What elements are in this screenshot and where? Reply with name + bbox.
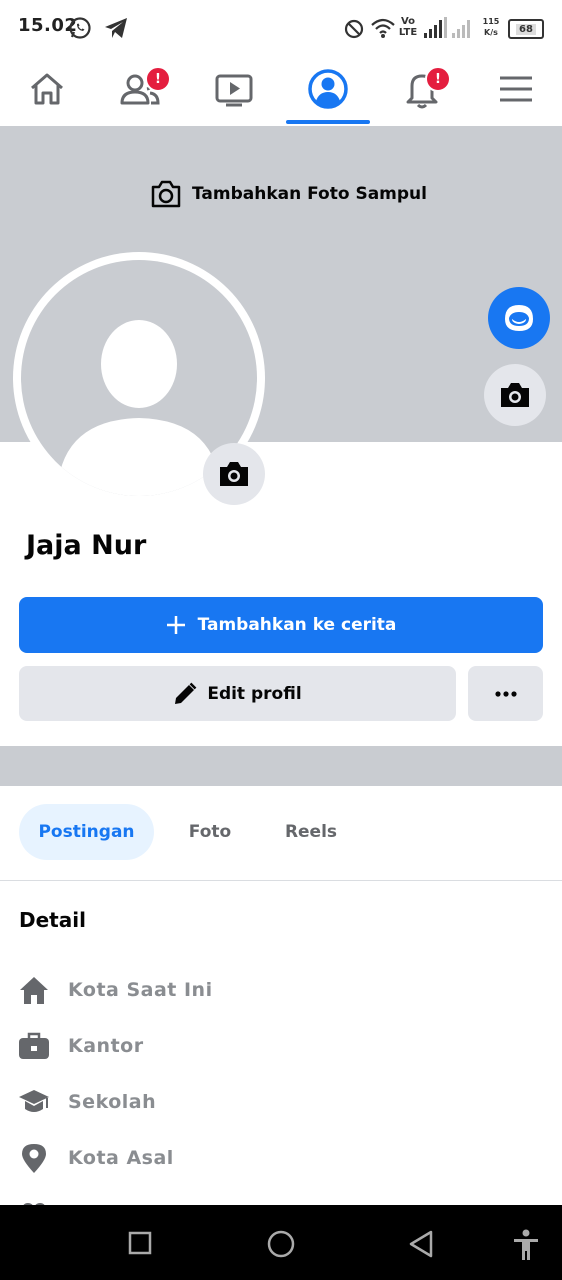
tab-menu[interactable] [469,56,562,126]
wifi-icon [370,17,396,43]
tab-photos[interactable]: Foto [170,804,250,860]
telegram-icon [104,17,128,43]
tab-reels[interactable]: Reels [266,804,356,860]
details-heading: Detail [19,908,86,932]
detail-label: Kota Asal [68,1147,174,1169]
profile-icon [307,68,349,114]
active-tab-indicator [286,120,370,124]
profile-name: Jaja Nur [26,530,147,561]
add-cover-label: Tambahkan Foto Sampul [192,184,427,204]
net-speed-unit: K/s [484,28,498,37]
detail-hometown[interactable]: Kota Asal [18,1138,174,1178]
net-speed: 115 K/s [480,16,502,38]
home-button[interactable] [266,1229,296,1263]
battery-level: 68 [516,23,536,35]
menu-icon [498,74,534,108]
video-play-icon [214,69,254,113]
detail-workplace[interactable]: Kantor [18,1026,144,1066]
more-dots-icon [494,690,518,698]
home-icon [27,69,67,113]
camera-icon [499,381,531,409]
do-not-disturb-icon [344,19,364,43]
edit-profile-button[interactable]: Edit profil [19,666,456,721]
notifications-badge: ! [425,66,451,92]
camera-icon [150,180,182,208]
net-speed-value: 115 [482,17,500,26]
location-pin-icon [18,1142,50,1174]
avatar-face-icon [501,301,537,335]
change-profile-picture-button[interactable] [203,443,265,505]
battery-icon: 68 [508,19,544,39]
tab-posts[interactable]: Postingan [19,804,154,860]
pencil-icon [173,682,197,706]
tab-video[interactable] [187,56,280,126]
accessibility-icon[interactable] [512,1229,540,1265]
whatsapp-icon [68,16,92,44]
more-options-button[interactable] [468,666,543,721]
briefcase-icon [18,1030,50,1062]
camera-icon [218,460,250,488]
detail-school[interactable]: Sekolah [18,1082,156,1122]
add-to-story-label: Tambahkan ke cerita [197,615,397,635]
detail-label: Kota Saat Ini [68,979,213,1001]
friends-badge: ! [145,66,171,92]
signal-icon [424,17,448,43]
network-type: Vo LTE [398,16,418,38]
avatar-creator-button[interactable] [488,287,550,349]
section-divider [0,746,562,786]
change-cover-camera-button[interactable] [484,364,546,426]
tab-notifications[interactable]: ! [375,56,468,126]
add-cover-photo-button[interactable]: Tambahkan Foto Sampul [150,178,427,210]
recent-apps-button[interactable] [128,1231,152,1259]
tab-friends[interactable]: ! [93,56,186,126]
detail-label: Kantor [68,1035,144,1057]
profile-tabs: Postingan Foto Reels [0,786,562,881]
plus-icon [166,615,186,635]
home-icon [18,974,50,1006]
add-to-story-button[interactable]: Tambahkan ke cerita [19,597,543,653]
graduation-cap-icon [18,1086,50,1118]
tab-profile[interactable] [281,56,374,126]
signal-2-icon [452,17,474,43]
tab-home[interactable] [0,56,93,126]
system-navigation-bar [0,1205,562,1280]
back-button[interactable] [408,1229,434,1263]
status-bar: 15.02 Vo LTE 115 K/s 68 [0,0,562,56]
detail-label: Sekolah [68,1091,157,1113]
edit-profile-label: Edit profil [207,683,302,704]
detail-current-city[interactable]: Kota Saat Ini [18,970,213,1010]
top-nav: ! ! [0,56,562,126]
